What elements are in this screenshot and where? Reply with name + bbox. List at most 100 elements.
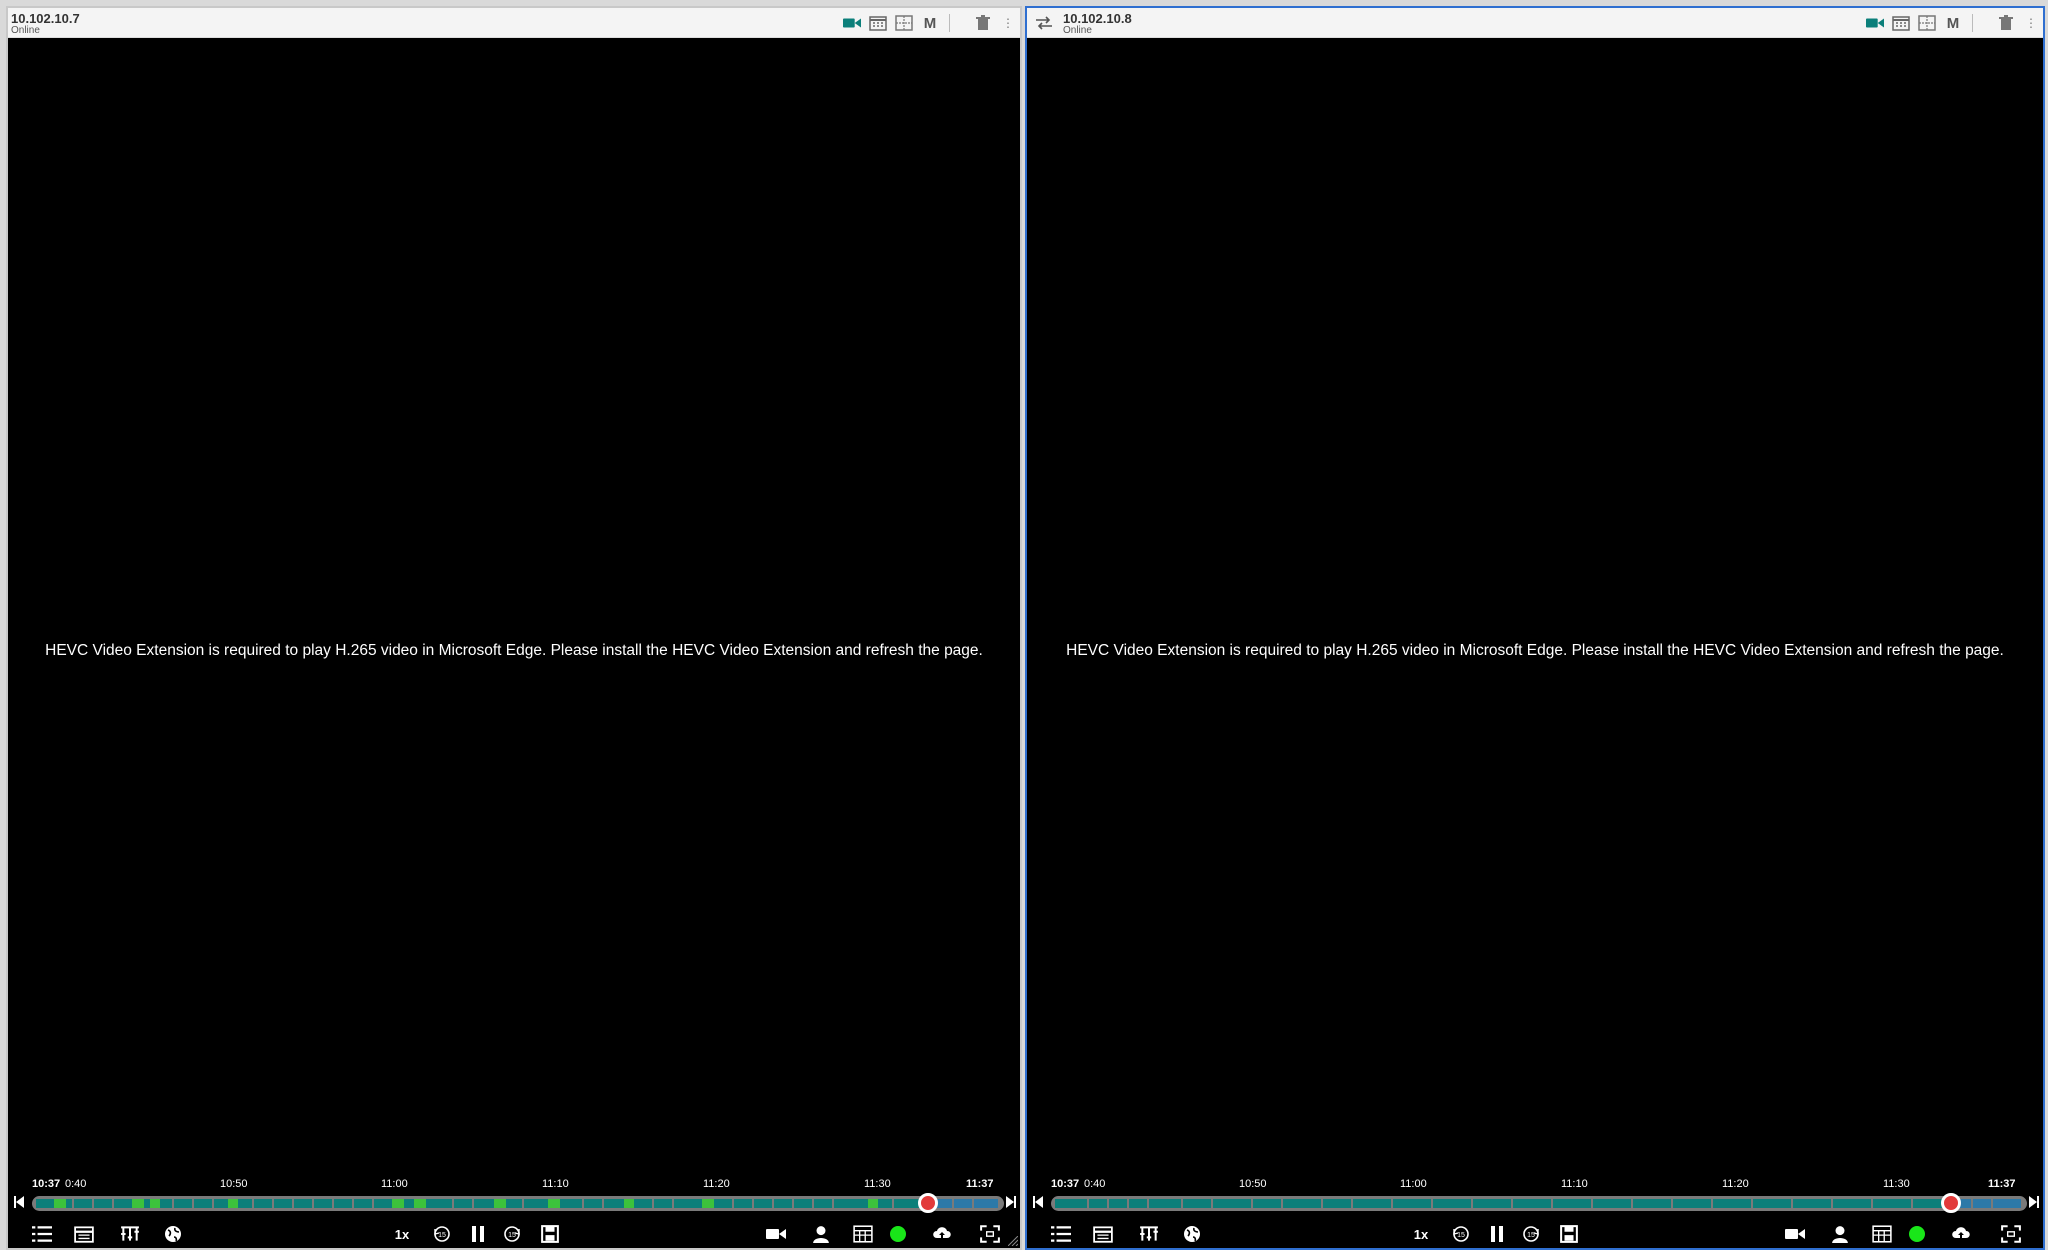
skip-forward-icon[interactable] <box>1006 1196 1016 1208</box>
playback-controls: 1x 15 15 <box>1027 1218 2043 1248</box>
timeline-gap <box>1391 1199 1393 1208</box>
timeline-tick: 11:00 <box>381 1178 408 1190</box>
timeline-gap <box>472 1199 474 1208</box>
video-camera-icon[interactable] <box>1783 1223 1807 1245</box>
timeline-tick: 11:30 <box>864 1178 891 1190</box>
save-icon[interactable] <box>1557 1223 1581 1245</box>
camera-panel-2[interactable]: 10.102.10.8 Online M ⋮ HEVC Video Extens… <box>1025 6 2045 1250</box>
forward-15-icon[interactable]: 15 <box>1519 1223 1543 1245</box>
timeline-gap <box>972 1199 974 1208</box>
replay-15-icon[interactable]: 15 <box>1449 1223 1473 1245</box>
replay-15-icon[interactable]: 15 <box>430 1223 454 1245</box>
timeline-gap <box>1107 1199 1109 1208</box>
status-dot <box>1905 1223 1929 1245</box>
timeline-bar[interactable] <box>1051 1196 2027 1211</box>
timeline-gap <box>602 1199 604 1208</box>
timeline-gap <box>832 1199 834 1208</box>
camera-status: Online <box>1063 25 1092 36</box>
calendar-icon[interactable] <box>72 1223 96 1245</box>
cloud-upload-icon[interactable] <box>930 1223 954 1245</box>
playback-timeline[interactable]: 10:37 0:40 10:50 11:00 11:10 11:20 11:30… <box>8 1170 1020 1213</box>
kebab-menu-icon[interactable]: ⋮ <box>2025 17 2037 29</box>
timeline-gap <box>372 1199 374 1208</box>
motion-segment <box>132 1199 144 1208</box>
timeline-first-tick: 0:40 <box>65 1178 87 1190</box>
resize-grip-icon[interactable] <box>1008 1236 1018 1246</box>
playhead[interactable] <box>1940 1193 1961 1213</box>
timeline-gap <box>1991 1199 1993 1208</box>
motion-segment <box>228 1199 238 1208</box>
pause-icon[interactable] <box>466 1223 490 1245</box>
header-separator <box>1972 14 1973 32</box>
motion-segment <box>702 1199 714 1208</box>
motion-segment <box>54 1199 66 1208</box>
calendar-icon[interactable] <box>1890 14 1912 32</box>
skip-forward-icon[interactable] <box>2029 1196 2039 1208</box>
svg-text:15: 15 <box>1457 1232 1465 1239</box>
calendar-icon[interactable] <box>867 14 889 32</box>
timeline-gap <box>1147 1199 1149 1208</box>
timeline-gap <box>252 1199 254 1208</box>
camera-status: Online <box>11 25 40 36</box>
person-icon[interactable] <box>809 1223 833 1245</box>
motion-m-icon[interactable]: M <box>1942 14 1964 32</box>
timeline-first-tick: 0:40 <box>1084 1178 1106 1190</box>
svg-text:15: 15 <box>1527 1232 1535 1239</box>
header-icons: M ⋮ <box>1860 14 2037 32</box>
timeline-start-label: 10:37 <box>1051 1178 1080 1190</box>
timeline-gap <box>332 1199 334 1208</box>
timeline-bar[interactable] <box>32 1196 1004 1211</box>
calendar-icon[interactable] <box>1091 1223 1115 1245</box>
fullscreen-icon[interactable] <box>1999 1223 2023 1245</box>
pause-icon[interactable] <box>1485 1223 1509 1245</box>
list-icon[interactable] <box>1049 1223 1073 1245</box>
panel-header: 10.102.10.7 Online M ⋮ <box>8 8 1020 38</box>
video-error-message: HEVC Video Extension is required to play… <box>45 642 983 659</box>
fullscreen-icon[interactable] <box>978 1223 1002 1245</box>
filter-icon[interactable] <box>1137 1223 1161 1245</box>
skip-back-icon[interactable] <box>1033 1196 1043 1208</box>
trash-icon[interactable] <box>1995 14 2017 32</box>
video-camera-icon[interactable] <box>1864 14 1886 32</box>
timeline-gap <box>1751 1199 1753 1208</box>
globe-icon[interactable] <box>1180 1223 1204 1245</box>
motion-segment <box>414 1199 426 1208</box>
swap-arrows-icon[interactable] <box>1035 15 1053 31</box>
timeline-gap <box>892 1199 894 1208</box>
globe-icon[interactable] <box>161 1223 185 1245</box>
camera-name: 10.102.10.8 <box>1063 11 1132 26</box>
trash-icon[interactable] <box>972 14 994 32</box>
motion-segment <box>392 1199 404 1208</box>
camera-panel-1[interactable]: 10.102.10.7 Online M ⋮ HEVC Video Extens… <box>6 6 1022 1250</box>
timeline-gap <box>1911 1199 1913 1208</box>
cloud-upload-icon[interactable] <box>1949 1223 1973 1245</box>
timeline-gap <box>1321 1199 1323 1208</box>
timeline-start-label: 10:37 <box>32 1178 61 1190</box>
video-camera-icon[interactable] <box>841 14 863 32</box>
timeline-gap <box>1551 1199 1553 1208</box>
playback-speed[interactable]: 1x <box>390 1223 414 1245</box>
grid-icon[interactable] <box>851 1223 875 1245</box>
skip-back-icon[interactable] <box>14 1196 24 1208</box>
layout-grid-icon[interactable] <box>893 14 915 32</box>
kebab-menu-icon[interactable]: ⋮ <box>1002 17 1014 29</box>
motion-m-icon[interactable]: M <box>919 14 941 32</box>
save-icon[interactable] <box>538 1223 562 1245</box>
video-camera-icon[interactable] <box>764 1223 788 1245</box>
svg-text:15: 15 <box>438 1232 446 1239</box>
timeline-gap <box>112 1199 114 1208</box>
person-icon[interactable] <box>1828 1223 1852 1245</box>
timeline-gap <box>752 1199 754 1208</box>
layout-grid-icon[interactable] <box>1916 14 1938 32</box>
filter-icon[interactable] <box>118 1223 142 1245</box>
timeline-tick: 10:50 <box>220 1178 248 1190</box>
playback-timeline[interactable]: 10:37 0:40 10:50 11:00 11:10 11:20 11:30… <box>1027 1170 2043 1213</box>
timeline-tick: 10:50 <box>1239 1178 1267 1190</box>
forward-15-icon[interactable]: 15 <box>500 1223 524 1245</box>
grid-icon[interactable] <box>1870 1223 1894 1245</box>
timeline-gap <box>1431 1199 1433 1208</box>
timeline-tick: 11:10 <box>1561 1178 1588 1190</box>
timeline-gap <box>1211 1199 1213 1208</box>
playback-speed[interactable]: 1x <box>1409 1223 1433 1245</box>
list-icon[interactable] <box>30 1223 54 1245</box>
